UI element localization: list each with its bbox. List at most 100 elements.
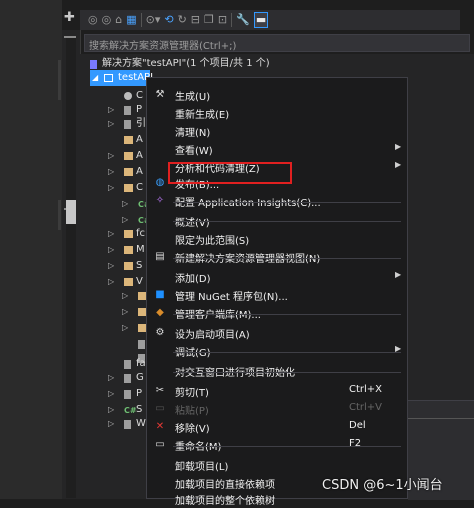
forward-icon[interactable]: ◎: [102, 13, 112, 27]
menu-item[interactable]: 查看(W) ▶: [147, 140, 407, 158]
tree-row[interactable]: ▷ C: [80, 180, 146, 196]
folder-icon: [124, 152, 133, 160]
tree-row-label: A: [136, 166, 143, 177]
home-icon[interactable]: ⌂: [115, 13, 122, 27]
insights-icon: ✧: [155, 195, 165, 206]
expand-arrow-icon[interactable]: ▷: [108, 148, 114, 164]
menu-item-label: 管理 NuGet 程序包(N)...: [175, 292, 288, 303]
tree-row[interactable]: ▷ S: [80, 258, 146, 274]
tree-row[interactable]: ▷: [80, 288, 147, 304]
scrollbar-thumb[interactable]: [66, 200, 76, 224]
expand-arrow-icon[interactable]: ▷: [108, 386, 114, 402]
menu-item[interactable]: 重新生成(E): [147, 104, 407, 122]
tree-row[interactable]: ▷ A: [80, 164, 146, 180]
toolbar-separator: [231, 13, 233, 27]
tree-row[interactable]: ▷ P: [80, 386, 146, 402]
folder-icon: [124, 136, 133, 144]
cut-icon: ✂: [155, 385, 165, 396]
pending-changes-icon[interactable]: ⊙▾: [146, 13, 161, 27]
tree-row[interactable]: ▷ M: [80, 242, 146, 258]
left-strip-mark: [58, 200, 61, 230]
submenu-arrow-icon: ▶: [395, 270, 402, 279]
tree-row[interactable]: ▷: [80, 320, 147, 336]
tree-row-label: fc: [136, 228, 146, 239]
expand-arrow-icon[interactable]: ▷: [108, 164, 114, 180]
preview-selected-items-icon[interactable]: ▬: [253, 12, 269, 28]
tree-row-label: M: [136, 244, 145, 255]
file-icon: [124, 374, 131, 383]
tree-row[interactable]: ▷: [80, 304, 147, 320]
switch-views-icon[interactable]: ▦: [126, 13, 136, 27]
menu-separator: [173, 314, 401, 315]
back-icon[interactable]: ◎: [88, 13, 98, 27]
menu-separator: [173, 202, 401, 203]
properties-wrench-icon[interactable]: 🔧: [236, 13, 250, 27]
gear-icon: [124, 92, 132, 100]
tree-row[interactable]: ▷ W: [80, 416, 146, 432]
menu-item-label: 设为启动项目(A): [175, 330, 250, 341]
expand-arrow-icon[interactable]: ▷: [122, 288, 128, 304]
expand-arrow-icon[interactable]: ▷: [122, 320, 128, 336]
refresh-icon[interactable]: ↻: [178, 13, 187, 27]
expand-arrow-icon[interactable]: ▷: [122, 304, 128, 320]
show-all-files-icon[interactable]: ❐: [204, 13, 214, 27]
menu-item-label: 加载项目的整个依赖树: [175, 496, 275, 507]
menu-item[interactable]: ▤ 新建解决方案资源管理器视图(N): [147, 248, 407, 266]
expand-arrow-icon[interactable]: ◢: [92, 70, 98, 86]
expand-arrow-icon[interactable]: ▷: [108, 258, 114, 274]
tree-row-label: C: [136, 182, 143, 193]
menu-item[interactable]: ✧ 配置 Application Insights(C)...: [147, 192, 407, 210]
menu-item[interactable]: ◆ 管理客户端库(M)...: [147, 304, 407, 322]
project-node[interactable]: ◢ testAPI: [90, 70, 153, 86]
menu-item[interactable]: ▭ 重命名(M) F2: [147, 436, 407, 454]
menu-item[interactable]: ⚒ 生成(U): [147, 86, 407, 104]
menu-item[interactable]: ✂ 剪切(T) Ctrl+X: [147, 382, 407, 400]
menu-item-label: 卸载项目(L): [175, 462, 229, 473]
nuget-icon: ■: [155, 289, 165, 300]
expand-arrow-icon[interactable]: ▷: [108, 180, 114, 196]
folder-icon: [124, 184, 133, 192]
expand-arrow-icon[interactable]: ▷: [108, 370, 114, 386]
tree-row[interactable]: ▷ fc: [80, 226, 146, 242]
expand-arrow-icon[interactable]: ▷: [122, 196, 128, 212]
sync-icon[interactable]: ⟲: [164, 13, 173, 27]
menu-item[interactable]: 卸载项目(L): [147, 456, 407, 474]
menu-item[interactable]: 限定为此范围(S): [147, 230, 407, 248]
publish-icon: ◍: [155, 177, 165, 188]
menu-item[interactable]: 对交互窗口进行项目初始化: [147, 362, 407, 380]
left-strip-mark: [58, 60, 61, 100]
menu-item[interactable]: 调试(G) ▶: [147, 342, 407, 360]
tree-row[interactable]: ▷ 引: [80, 116, 146, 132]
menu-item[interactable]: ■ 管理 NuGet 程序包(N)...: [147, 286, 407, 304]
tree-row[interactable]: ▷ G: [80, 370, 146, 386]
menu-separator: [173, 372, 401, 373]
menu-item[interactable]: ✕ 移除(V) Del: [147, 418, 407, 436]
collapse-all-icon[interactable]: ⊟: [191, 13, 200, 27]
expand-arrow-icon[interactable]: ▷: [108, 116, 114, 132]
menu-item[interactable]: 添加(D) ▶: [147, 268, 407, 286]
menu-item[interactable]: 清理(N): [147, 122, 407, 140]
expand-arrow-icon[interactable]: ▷: [108, 226, 114, 242]
menu-item-label: 粘贴(P): [175, 406, 209, 417]
solution-explorer-search[interactable]: 搜索解决方案资源管理器(Ctrl+;): [84, 34, 470, 52]
cs-icon: C#: [124, 406, 137, 415]
expand-arrow-icon[interactable]: ▷: [108, 416, 114, 432]
folder-icon: [124, 230, 133, 238]
menu-item-label: 清理(N): [175, 128, 211, 139]
preview-icon[interactable]: ⊡: [218, 13, 227, 27]
build-icon: ⚒: [155, 89, 165, 100]
pin-icon[interactable]: ✚: [64, 10, 75, 25]
tree-row-label: G: [136, 372, 144, 383]
expand-arrow-icon[interactable]: ▷: [108, 242, 114, 258]
menu-separator: [173, 221, 401, 222]
tree-row[interactable]: A: [80, 132, 146, 148]
solution-explorer-toolbar: ◎ ◎ ⌂ ▦ ⊙▾ ⟲ ↻ ⊟ ❐ ⊡ 🔧 ▬: [80, 10, 460, 30]
tree-row[interactable]: ▷C#c#: [80, 196, 164, 212]
vertical-scrollbar[interactable]: [66, 38, 76, 498]
tree-row-label: S: [136, 260, 143, 271]
tree-row[interactable]: ▷ A: [80, 148, 146, 164]
menu-item[interactable]: ⚙ 设为启动项目(A): [147, 324, 407, 342]
left-editor-strip: [0, 0, 62, 499]
menu-item-label: 加载项目的直接依赖项: [175, 480, 275, 491]
menu-item-shortcut: Ctrl+X: [349, 384, 383, 395]
